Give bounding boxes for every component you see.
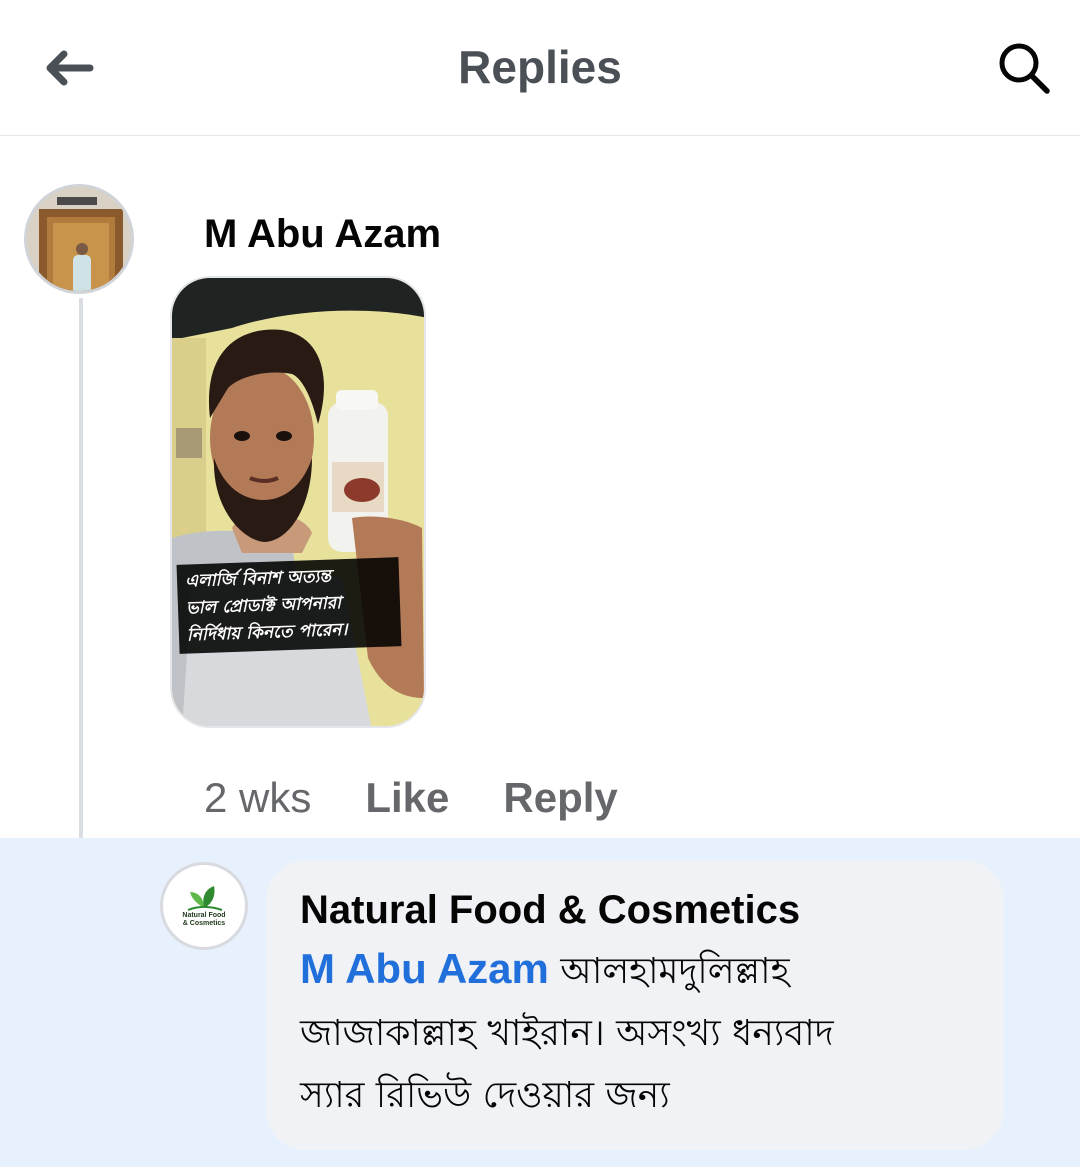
reply-line: স্যার রিভিউ দেওয়ার জন্য — [300, 1075, 670, 1116]
like-button[interactable]: Like — [365, 774, 449, 822]
avatar[interactable] — [24, 184, 134, 294]
logo-line: Natural Food — [182, 912, 226, 919]
comment-timestamp[interactable]: 2 wks — [204, 774, 311, 822]
thread-connector-vertical — [79, 298, 83, 914]
reply-button[interactable]: Reply — [503, 774, 617, 822]
search-icon — [999, 43, 1050, 94]
leaf-logo-icon — [187, 886, 223, 911]
comment-author-name[interactable]: M Abu Azam — [204, 212, 441, 257]
photo-man-with-bottle — [172, 278, 424, 726]
reply-author-name[interactable]: Natural Food & Cosmetics — [300, 886, 970, 934]
search-button[interactable] — [992, 36, 1056, 100]
reply-text-segment: আলহামদুলিল্লাহ — [560, 951, 790, 992]
reply-line: জাজাকাল্লাহ খাইরান। অসংখ্য ধন্যবাদ — [300, 1013, 834, 1054]
reply-bubble[interactable]: Natural Food & Cosmetics M Abu Azam আলহা… — [266, 860, 1004, 1150]
reply-line: M Abu Azam আলহামদুলিল্লাহ — [300, 938, 970, 1003]
caption-line: নির্দিধায় কিনতে পারেন। — [186, 619, 348, 646]
mention-link[interactable]: M Abu Azam — [300, 945, 549, 992]
logo-text: Natural Food & Cosmetics — [182, 912, 225, 928]
reply-text: M Abu Azam আলহামদুলিল্লাহ জাজাকাল্লাহ খা… — [300, 938, 970, 1127]
page-title: Replies — [458, 41, 622, 93]
comment-attachment-image[interactable]: এলার্জি বিনাশ অত্যন্ত ভাল প্রোডাক্ট আপনা… — [170, 276, 426, 728]
comment-actions: 2 wks Like Reply — [204, 770, 672, 826]
page-avatar[interactable]: Natural Food & Cosmetics — [160, 862, 248, 950]
top-bar: Replies — [0, 0, 1080, 136]
attachment-caption: এলার্জি বিনাশ অত্যন্ত ভাল প্রোডাক্ট আপনা… — [176, 557, 402, 654]
logo-line: & Cosmetics — [182, 920, 226, 927]
user-photo — [27, 187, 131, 291]
